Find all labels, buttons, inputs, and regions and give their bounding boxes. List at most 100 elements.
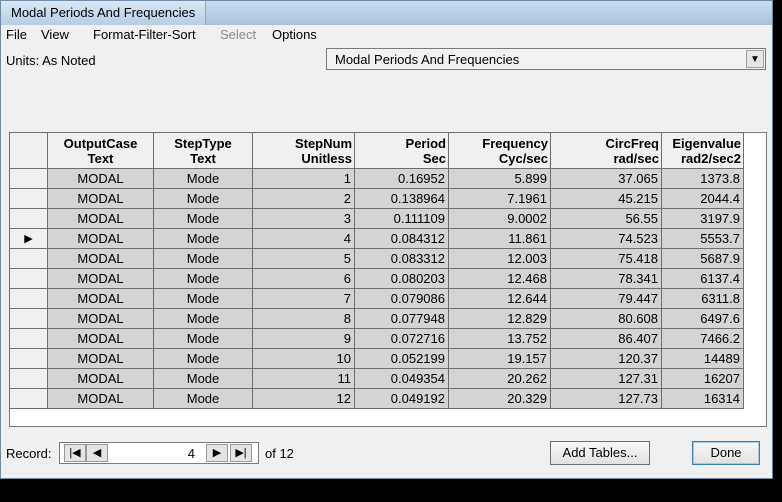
- table-cell[interactable]: 6137.4: [661, 268, 744, 289]
- column-header-steptype[interactable]: StepType Text: [153, 132, 253, 169]
- table-cell[interactable]: 20.329: [448, 388, 551, 409]
- table-cell[interactable]: 0.111109: [354, 208, 449, 229]
- table-cell[interactable]: Mode: [153, 328, 253, 349]
- table-cell[interactable]: Mode: [153, 188, 253, 209]
- table-cell[interactable]: Mode: [153, 388, 253, 409]
- table-cell[interactable]: 12.829: [448, 308, 551, 329]
- table-row[interactable]: MODAL Mode 7 0.079086 12.644 79.447 6311.8: [9, 288, 744, 309]
- table-cell[interactable]: 5687.9: [661, 248, 744, 269]
- first-record-icon[interactable]: |◀: [64, 444, 86, 462]
- table-cell[interactable]: 9: [252, 328, 355, 349]
- table-row[interactable]: MODAL Mode 1 0.16952 5.899 37.065 1373.8: [9, 168, 744, 189]
- row-selector[interactable]: [9, 208, 48, 229]
- done-button[interactable]: Done: [692, 441, 760, 465]
- table-cell[interactable]: MODAL: [47, 288, 154, 309]
- row-selector[interactable]: [9, 168, 48, 189]
- table-cell[interactable]: 7466.2: [661, 328, 744, 349]
- row-selector[interactable]: [9, 308, 48, 329]
- table-cell[interactable]: MODAL: [47, 168, 154, 189]
- table-cell[interactable]: 5: [252, 248, 355, 269]
- table-cell[interactable]: 79.447: [550, 288, 662, 309]
- table-cell[interactable]: MODAL: [47, 228, 154, 249]
- table-cell[interactable]: 6: [252, 268, 355, 289]
- row-selector[interactable]: [9, 188, 48, 209]
- table-cell[interactable]: 74.523: [550, 228, 662, 249]
- column-header-period[interactable]: Period Sec: [354, 132, 449, 169]
- table-row[interactable]: ▶ MODAL Mode 4 0.084312 11.861 74.523 5553.7: [9, 228, 744, 249]
- table-cell[interactable]: 20.262: [448, 368, 551, 389]
- table-cell[interactable]: Mode: [153, 268, 253, 289]
- table-selector-dropdown[interactable]: Modal Periods And Frequencies ▼: [326, 48, 766, 70]
- menu-view[interactable]: View: [41, 27, 69, 42]
- table-cell[interactable]: MODAL: [47, 368, 154, 389]
- table-cell[interactable]: 8: [252, 308, 355, 329]
- table-cell[interactable]: 0.084312: [354, 228, 449, 249]
- table-cell[interactable]: 1373.8: [661, 168, 744, 189]
- table-cell[interactable]: 3: [252, 208, 355, 229]
- table-cell[interactable]: 0.077948: [354, 308, 449, 329]
- row-selector[interactable]: [9, 348, 48, 369]
- table-cell[interactable]: 78.341: [550, 268, 662, 289]
- table-cell[interactable]: 19.157: [448, 348, 551, 369]
- table-cell[interactable]: 37.065: [550, 168, 662, 189]
- table-cell[interactable]: Mode: [153, 348, 253, 369]
- table-row[interactable]: MODAL Mode 6 0.080203 12.468 78.341 6137.4: [9, 268, 744, 289]
- table-cell[interactable]: Mode: [153, 308, 253, 329]
- table-cell[interactable]: MODAL: [47, 208, 154, 229]
- column-header-circfreq[interactable]: CircFreq rad/sec: [550, 132, 662, 169]
- table-cell[interactable]: 13.752: [448, 328, 551, 349]
- grid-corner-cell[interactable]: [9, 132, 48, 169]
- table-row[interactable]: MODAL Mode 5 0.083312 12.003 75.418 5687.9: [9, 248, 744, 269]
- column-header-eigenvalue[interactable]: Eigenvalue rad2/sec2: [661, 132, 744, 169]
- table-cell[interactable]: MODAL: [47, 248, 154, 269]
- table-cell[interactable]: 9.0002: [448, 208, 551, 229]
- table-row[interactable]: MODAL Mode 12 0.049192 20.329 127.73 16314: [9, 388, 744, 409]
- table-cell[interactable]: MODAL: [47, 388, 154, 409]
- table-cell[interactable]: 7.1961: [448, 188, 551, 209]
- menu-file[interactable]: File: [6, 27, 27, 42]
- last-record-icon[interactable]: ▶|: [230, 444, 252, 462]
- table-cell[interactable]: 10: [252, 348, 355, 369]
- table-cell[interactable]: Mode: [153, 248, 253, 269]
- table-cell[interactable]: 16207: [661, 368, 744, 389]
- table-cell[interactable]: MODAL: [47, 308, 154, 329]
- table-cell[interactable]: 5553.7: [661, 228, 744, 249]
- row-selector[interactable]: [9, 368, 48, 389]
- table-cell[interactable]: 0.049192: [354, 388, 449, 409]
- table-cell[interactable]: 6311.8: [661, 288, 744, 309]
- column-header-frequency[interactable]: Frequency Cyc/sec: [448, 132, 551, 169]
- menu-format-filter-sort[interactable]: Format-Filter-Sort: [93, 27, 196, 42]
- column-header-outputcase[interactable]: OutputCase Text: [47, 132, 154, 169]
- row-selector[interactable]: [9, 268, 48, 289]
- table-cell[interactable]: 0.16952: [354, 168, 449, 189]
- table-cell[interactable]: 0.072716: [354, 328, 449, 349]
- table-cell[interactable]: 12.468: [448, 268, 551, 289]
- table-cell[interactable]: Mode: [153, 228, 253, 249]
- row-selector[interactable]: [9, 248, 48, 269]
- table-cell[interactable]: 4: [252, 228, 355, 249]
- table-cell[interactable]: 16314: [661, 388, 744, 409]
- table-row[interactable]: MODAL Mode 2 0.138964 7.1961 45.215 2044.4: [9, 188, 744, 209]
- row-selector[interactable]: [9, 388, 48, 409]
- next-record-icon[interactable]: ▶: [206, 444, 228, 462]
- table-cell[interactable]: 127.31: [550, 368, 662, 389]
- table-cell[interactable]: MODAL: [47, 268, 154, 289]
- table-cell[interactable]: 7: [252, 288, 355, 309]
- table-cell[interactable]: 12.644: [448, 288, 551, 309]
- table-row[interactable]: MODAL Mode 10 0.052199 19.157 120.37 14489: [9, 348, 744, 369]
- table-cell[interactable]: 12.003: [448, 248, 551, 269]
- table-cell[interactable]: 2: [252, 188, 355, 209]
- table-cell[interactable]: 0.080203: [354, 268, 449, 289]
- table-cell[interactable]: 14489: [661, 348, 744, 369]
- menu-options[interactable]: Options: [272, 27, 317, 42]
- table-cell[interactable]: 5.899: [448, 168, 551, 189]
- table-cell[interactable]: 0.138964: [354, 188, 449, 209]
- table-row[interactable]: MODAL Mode 8 0.077948 12.829 80.608 6497.6: [9, 308, 744, 329]
- table-row[interactable]: MODAL Mode 11 0.049354 20.262 127.31 16207: [9, 368, 744, 389]
- row-selector[interactable]: [9, 328, 48, 349]
- table-cell[interactable]: 11.861: [448, 228, 551, 249]
- table-cell[interactable]: 86.407: [550, 328, 662, 349]
- table-cell[interactable]: 80.608: [550, 308, 662, 329]
- column-header-stepnum[interactable]: StepNum Unitless: [252, 132, 355, 169]
- table-cell[interactable]: 6497.6: [661, 308, 744, 329]
